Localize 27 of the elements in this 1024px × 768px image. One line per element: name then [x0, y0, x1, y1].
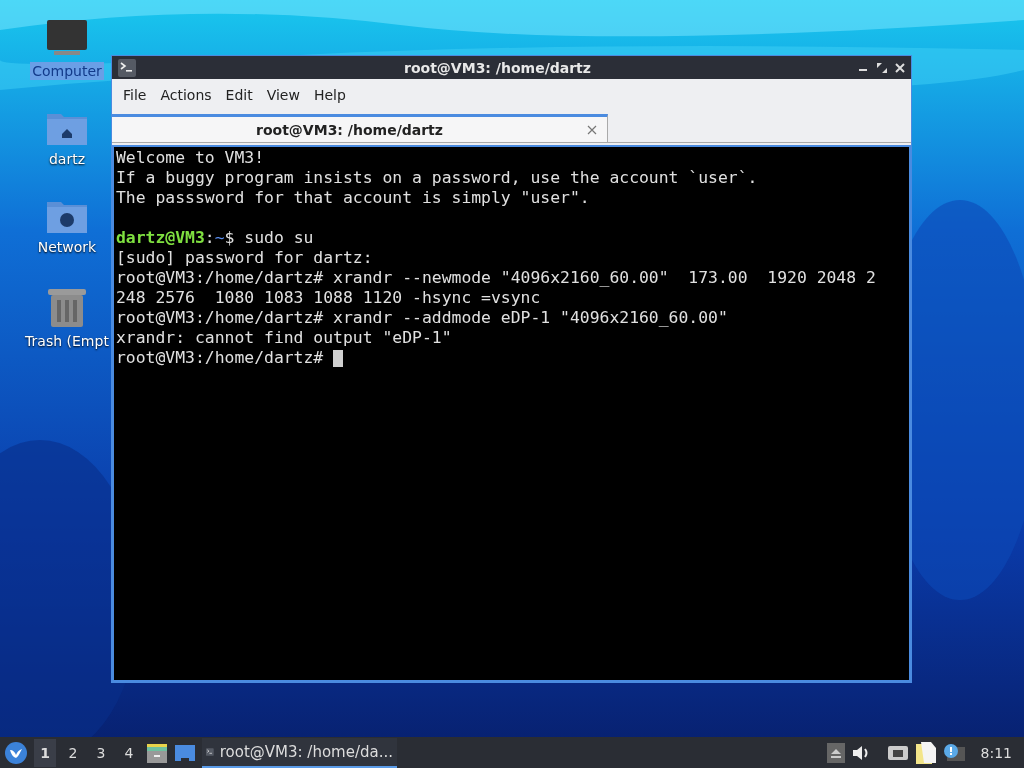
menu-item[interactable]: Actions	[153, 87, 219, 103]
terminal-line: root@VM3:/home/dartz# xrandr --addmode eDP-1 "4096x2160_60.00"	[116, 308, 728, 327]
terminal-tab[interactable]: root@VM3: /home/dartz	[112, 114, 608, 142]
workspace-button[interactable]: 4	[118, 738, 140, 767]
menu-item[interactable]: Edit	[218, 87, 260, 103]
window-title: root@VM3: /home/dartz	[403, 59, 592, 76]
task-button[interactable]: root@VM3: /home/da...	[202, 737, 397, 768]
desktop-icon-label[interactable]: dartz	[46, 150, 88, 168]
desktop-icon-label[interactable]: Trash (Empt	[23, 332, 111, 350]
terminal-line: The passsword for that account is simply "user".	[116, 188, 590, 207]
terminal-line: If a buggy program insists on a password, use the account `user`.	[116, 168, 758, 187]
workspace-button[interactable]: 1	[34, 738, 56, 767]
terminal-line: xrandr: cannot find output "eDP-1"	[116, 328, 452, 347]
terminal-line: root@VM3:/home/dartz#	[116, 348, 325, 367]
desktop-icon-label[interactable]: Network	[35, 238, 99, 256]
terminal-line: Welcome to VM3!	[116, 148, 265, 167]
terminal-line: root@VM3:/home/dartz# xrandr --newmode "4096x2160_60.00" 173.00 1920 2048 2	[116, 268, 876, 287]
terminal-line: [sudo] password for dartz:	[116, 248, 373, 267]
terminal-line: 248 2576 1080 1083 1088 1120 -hsync =vsync	[116, 288, 541, 307]
workspace-button[interactable]: 3	[90, 738, 112, 767]
desktop-icon-label[interactable]: Computer	[30, 62, 104, 80]
terminal-line: dartz@VM3:~$ sudo su	[116, 228, 315, 248]
menu-item[interactable]: View	[259, 87, 307, 103]
menu-item[interactable]: File	[116, 87, 154, 103]
menu-item[interactable]: Help	[306, 87, 353, 103]
workspace-button[interactable]: 2	[62, 738, 84, 767]
clock[interactable]: 8:11	[980, 744, 1012, 761]
